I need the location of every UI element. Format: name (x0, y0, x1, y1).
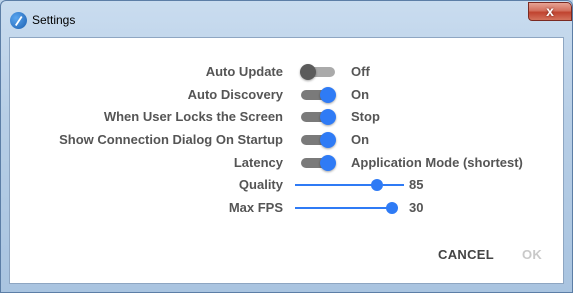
setting-label: Latency (233, 155, 283, 170)
settings-panel: Auto Update Off Auto Discovery On When U… (9, 37, 564, 284)
setting-row-auto-discovery: Auto Discovery On (10, 85, 565, 105)
setting-label: When User Locks the Screen (103, 109, 283, 124)
slider-thumb[interactable] (386, 202, 398, 214)
setting-label: Show Connection Dialog On Startup (59, 132, 283, 147)
slider-value: 85 (409, 177, 424, 192)
setting-label: Auto Update (205, 64, 283, 79)
settings-window: Settings x Auto Update Off Auto Discover… (0, 0, 573, 293)
app-logo-icon (10, 12, 27, 29)
toggle-knob (320, 87, 336, 103)
toggle-knob (320, 132, 336, 148)
setting-row-auto-update: Auto Update Off (10, 62, 565, 82)
latency-toggle[interactable] (301, 155, 336, 171)
slider-value: 30 (409, 200, 424, 215)
toggle-knob (320, 155, 336, 171)
setting-value: Application Mode (shortest) (351, 155, 523, 170)
auto-update-toggle[interactable] (300, 64, 335, 80)
toggle-knob (320, 109, 336, 125)
slider-thumb[interactable] (371, 179, 383, 191)
ok-button[interactable]: OK (522, 245, 542, 265)
setting-row-latency: Latency Application Mode (shortest) (10, 153, 565, 173)
setting-value: Stop (351, 109, 380, 124)
title-bar[interactable]: Settings x (1, 1, 572, 37)
connection-dialog-toggle[interactable] (301, 132, 336, 148)
setting-label: Auto Discovery (187, 87, 283, 102)
close-icon: x (546, 3, 554, 19)
setting-value: On (351, 87, 370, 102)
quality-slider[interactable] (295, 179, 383, 191)
setting-value: Off (351, 64, 370, 79)
toggle-knob (300, 64, 316, 80)
setting-row-connection-dialog: Show Connection Dialog On Startup On (10, 130, 565, 150)
auto-discovery-toggle[interactable] (301, 87, 336, 103)
setting-label: Quality (238, 177, 283, 192)
lock-screen-toggle[interactable] (301, 109, 336, 125)
setting-label: Max FPS (228, 200, 283, 215)
slider-track-rest (383, 184, 404, 186)
close-button[interactable]: x (528, 2, 572, 21)
max-fps-slider[interactable] (295, 202, 398, 214)
setting-row-quality: Quality 85 (10, 175, 565, 195)
setting-row-max-fps: Max FPS 30 (10, 198, 565, 218)
setting-value: On (351, 132, 370, 147)
setting-row-lock-screen: When User Locks the Screen Stop (10, 107, 565, 127)
window-title: Settings (32, 13, 76, 27)
cancel-button[interactable]: CANCEL (438, 245, 494, 265)
